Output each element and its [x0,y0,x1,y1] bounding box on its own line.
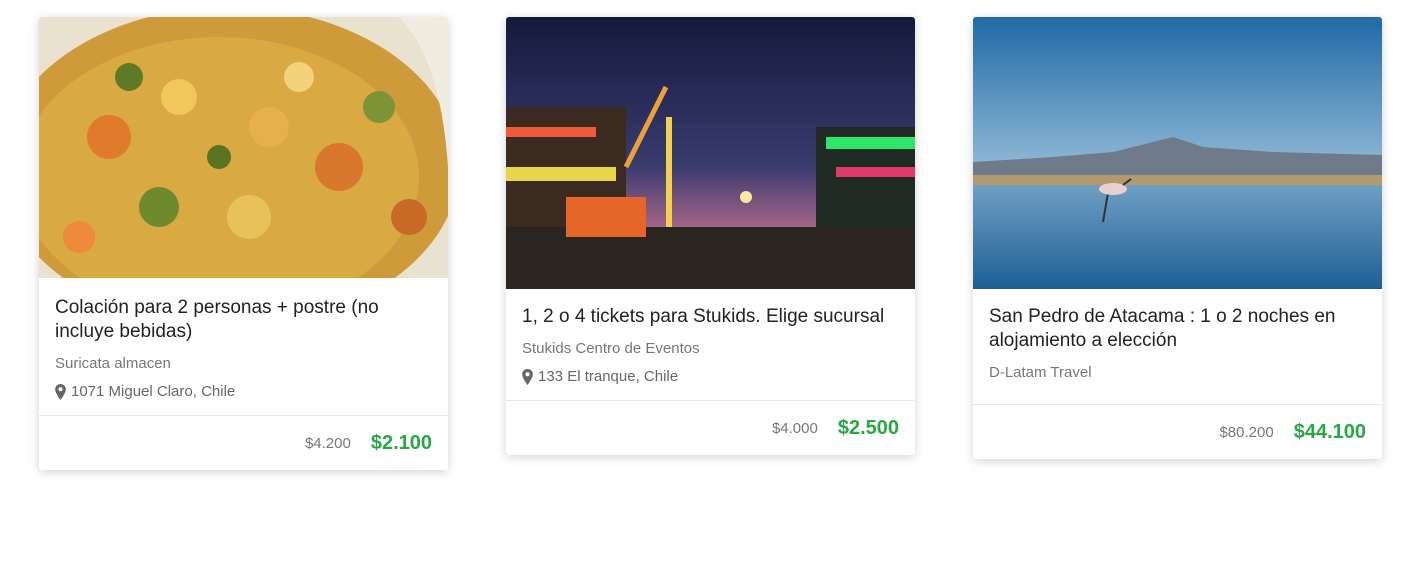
deal-title[interactable]: 1, 2 o 4 tickets para Stukids. Elige suc… [522,305,899,329]
original-price: $4.000 [771,419,818,437]
original-price: $4.200 [304,434,351,452]
deal-title[interactable]: Colación para 2 personas + postre (no in… [55,296,432,344]
vendor-name: Stukids Centro de Eventos [522,340,700,357]
location-text: 1071 Miguel Claro, Chile [71,383,236,400]
deal-title[interactable]: San Pedro de Atacama : 1 o 2 noches en a… [989,305,1366,353]
price-footer: $4.000 $2.500 [506,400,915,455]
deal-image-food[interactable] [39,17,448,278]
deal-image-amusement-park[interactable] [506,17,915,289]
location: 133 El tranque, Chile [522,367,899,387]
deal-card[interactable]: 1, 2 o 4 tickets para Stukids. Elige suc… [506,17,915,455]
deal-image-atacama-lagoon[interactable] [973,17,1382,289]
map-pin-icon [522,369,533,385]
deal-card[interactable]: Colación para 2 personas + postre (no in… [39,17,448,470]
discount-price: $44.100 [1293,420,1366,443]
price-footer: $80.200 $44.100 [973,404,1382,459]
location: 1071 Miguel Claro, Chile [55,382,432,402]
vendor-name: Suricata almacen [55,355,171,372]
vendor-name: D-Latam Travel [989,364,1092,381]
discount-price: $2.500 [837,416,899,439]
original-price: $80.200 [1219,423,1274,441]
deal-card[interactable]: San Pedro de Atacama : 1 o 2 noches en a… [973,17,1382,459]
location-text: 133 El tranque, Chile [538,368,679,385]
map-pin-icon [55,384,66,400]
discount-price: $2.100 [370,431,432,454]
price-footer: $4.200 $2.100 [39,415,448,470]
